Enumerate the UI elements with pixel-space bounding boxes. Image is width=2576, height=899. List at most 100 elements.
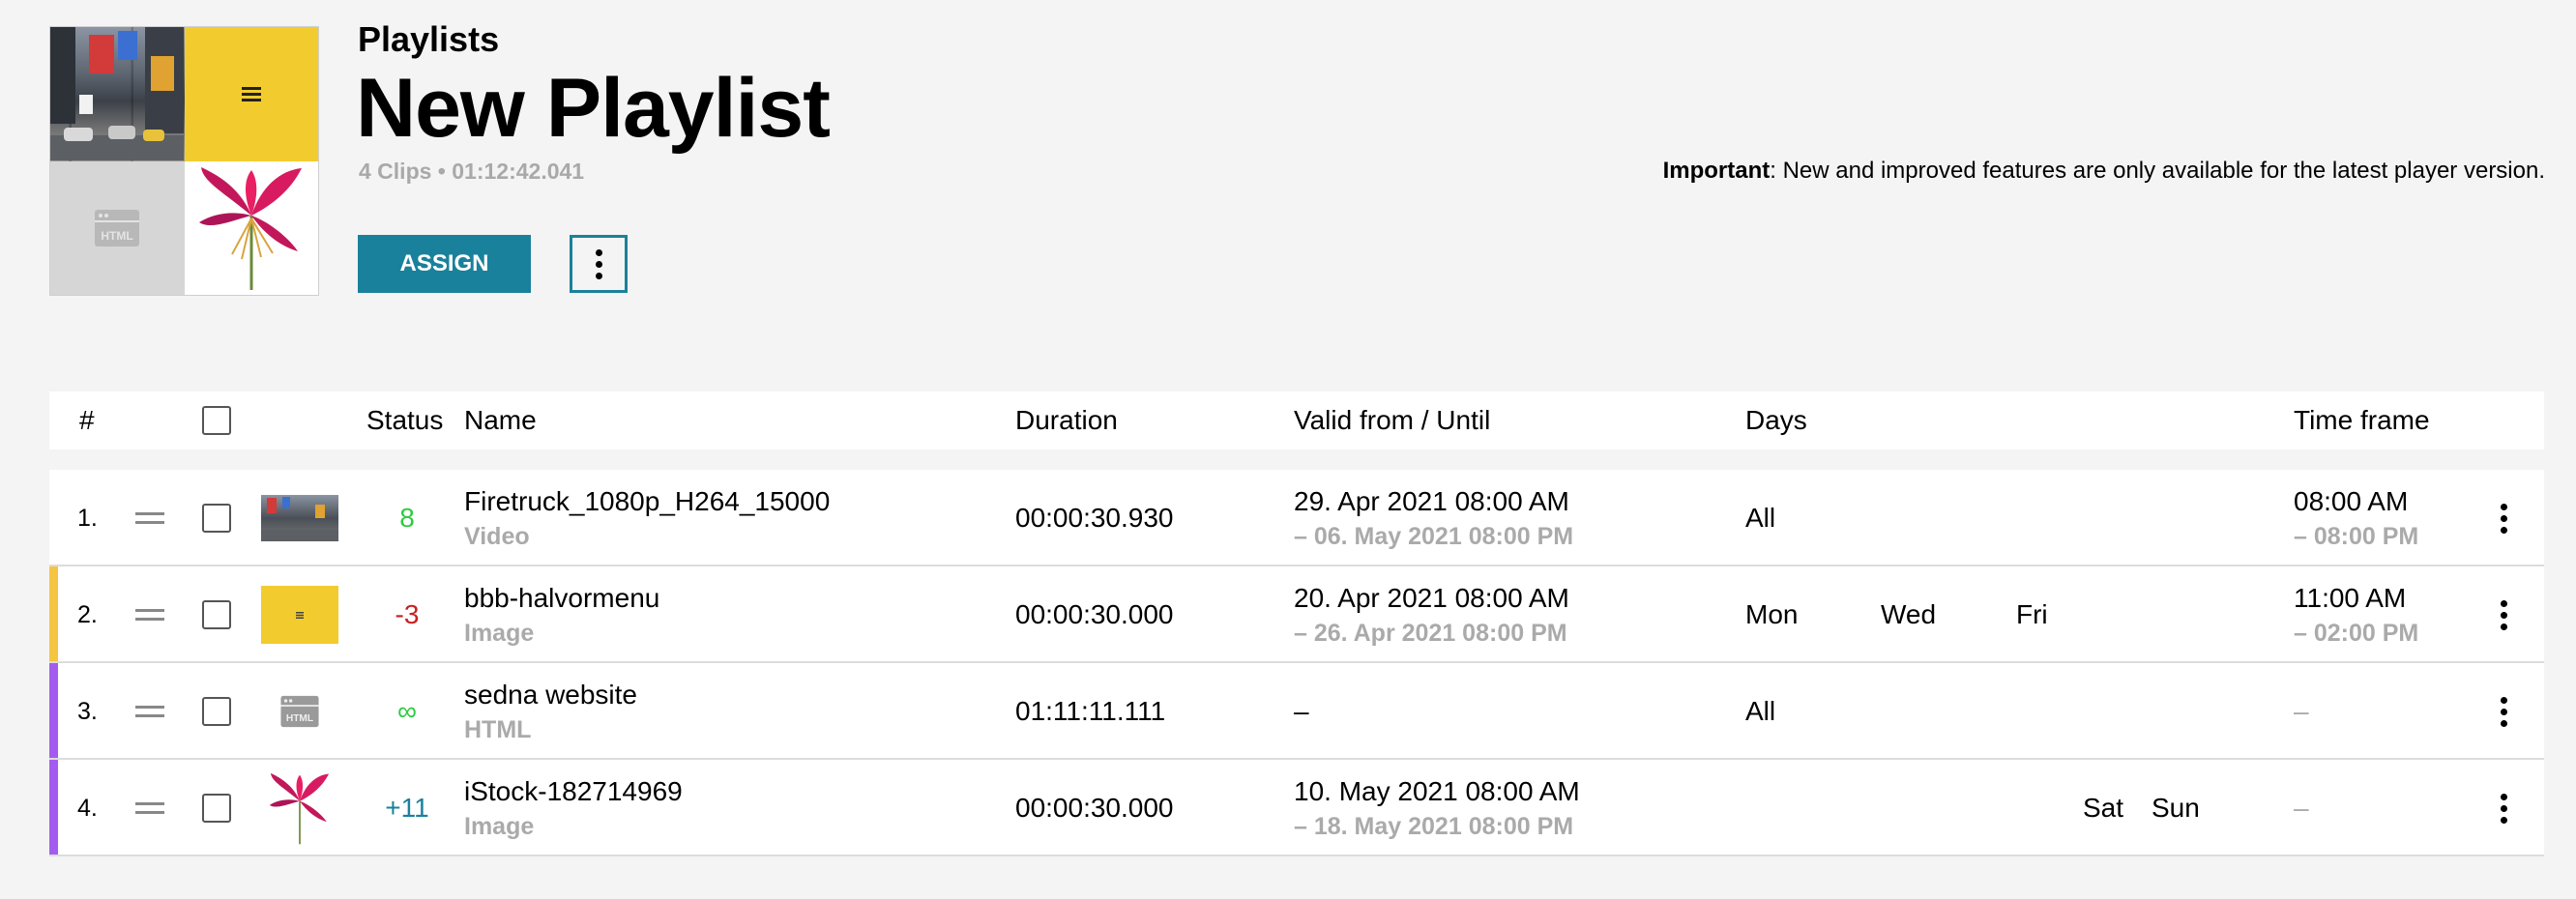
notice-label: Important bbox=[1662, 158, 1771, 184]
more-options-button[interactable] bbox=[570, 235, 628, 293]
notice-text: : New and improved features are only ava… bbox=[1770, 158, 2545, 184]
more-vertical-icon-dot bbox=[595, 272, 602, 279]
more-vertical-icon-dot bbox=[595, 260, 602, 268]
status-indicator: -3 bbox=[395, 599, 420, 629]
drag-handle[interactable] bbox=[135, 470, 164, 566]
row-menu-button[interactable] bbox=[2501, 663, 2507, 760]
time-from: – bbox=[2294, 793, 2309, 823]
row-index: 3. bbox=[77, 697, 98, 725]
city-street-thumbnail bbox=[50, 27, 185, 161]
day-label: Fri bbox=[2016, 599, 2048, 629]
time-until: – 02:00 PM bbox=[2294, 620, 2419, 647]
table-header: # Status Name Duration Valid from / Unti… bbox=[49, 392, 2544, 450]
drag-handle-icon bbox=[135, 512, 164, 524]
playlist-meta: 4 Clips • 01:12:42.041 bbox=[359, 159, 585, 184]
more-vertical-icon bbox=[2501, 696, 2507, 727]
clip-duration: 00:00:30.000 bbox=[1015, 599, 1174, 629]
row-accent-bar bbox=[49, 566, 58, 661]
version-notice: Important: New and improved features are… bbox=[1663, 158, 2545, 185]
image-thumbnail bbox=[261, 769, 338, 847]
html-browser-icon: HTML bbox=[95, 209, 140, 246]
clip-type: HTML bbox=[464, 716, 532, 743]
column-header-index: # bbox=[79, 405, 95, 435]
column-header-valid[interactable]: Valid from / Until bbox=[1294, 392, 1490, 450]
more-vertical-icon bbox=[595, 248, 602, 256]
menu-lines-icon bbox=[241, 87, 261, 102]
time-from: – bbox=[2294, 696, 2309, 726]
clip-name[interactable]: sedna website bbox=[464, 677, 637, 713]
clip-name[interactable]: iStock-182714969 bbox=[464, 773, 683, 810]
time-until: – 08:00 PM bbox=[2294, 523, 2419, 550]
more-vertical-icon bbox=[2501, 793, 2507, 824]
status-indicator: +11 bbox=[385, 793, 429, 823]
more-vertical-icon bbox=[2501, 503, 2507, 534]
row-accent-bar bbox=[49, 663, 58, 758]
valid-from: 10. May 2021 08:00 AM bbox=[1294, 776, 1580, 806]
clip-type: Image bbox=[464, 813, 535, 840]
clip-duration: 01:11:11.111 bbox=[1015, 696, 1166, 726]
table-row[interactable]: 4. +11 iStock-182714969 Image 00:00:30.000 10… bbox=[49, 760, 2544, 856]
clip-name[interactable]: Firetruck_1080p_H264_15000 bbox=[464, 483, 830, 520]
drag-handle[interactable] bbox=[135, 566, 164, 663]
row-checkbox[interactable] bbox=[202, 697, 231, 726]
valid-from: 20. Apr 2021 08:00 AM bbox=[1294, 583, 1569, 613]
html-thumbnail: HTML bbox=[50, 160, 185, 295]
column-header-status[interactable]: Status bbox=[366, 392, 443, 450]
day-label: Wed bbox=[1881, 599, 1937, 629]
select-all-checkbox[interactable] bbox=[202, 406, 231, 435]
column-header-timeframe[interactable]: Time frame bbox=[2294, 392, 2430, 450]
clip-type: Image bbox=[464, 620, 535, 647]
row-index: 2. bbox=[77, 600, 98, 628]
valid-until: – 26. Apr 2021 08:00 PM bbox=[1294, 620, 1567, 647]
column-header-name[interactable]: Name bbox=[464, 392, 537, 450]
day-label: Sun bbox=[2152, 793, 2200, 823]
select-all-cell bbox=[202, 392, 231, 450]
day-label: All bbox=[1745, 696, 1776, 726]
column-header-duration[interactable]: Duration bbox=[1015, 392, 1118, 450]
html-thumbnail: HTML bbox=[261, 688, 338, 735]
table-row[interactable]: 3. HTML ∞ sedna website HTML 01:11:11.111 – All… bbox=[49, 663, 2544, 760]
breadcrumb-playlists[interactable]: Playlists bbox=[358, 19, 499, 60]
clip-duration: 00:00:30.930 bbox=[1015, 503, 1174, 533]
table-row[interactable]: 1. 8 Firetruck_1080p_H264_15000 Video 00:00:… bbox=[49, 470, 2544, 566]
row-checkbox[interactable] bbox=[202, 504, 231, 533]
valid-from: 29. Apr 2021 08:00 AM bbox=[1294, 486, 1569, 516]
valid-until: – 18. May 2021 08:00 PM bbox=[1294, 813, 1574, 840]
day-label: Mon bbox=[1745, 599, 1799, 629]
drag-handle[interactable] bbox=[135, 760, 164, 856]
valid-from: – bbox=[1294, 696, 1309, 726]
drag-handle[interactable] bbox=[135, 663, 164, 760]
row-checkbox[interactable] bbox=[202, 600, 231, 629]
clip-name[interactable]: bbb-halvormenu bbox=[464, 580, 659, 617]
day-label: Sat bbox=[2083, 793, 2124, 823]
status-indicator: 8 bbox=[399, 503, 415, 533]
time-from: 08:00 AM bbox=[2294, 486, 2409, 516]
assign-button[interactable]: ASSIGN bbox=[358, 235, 531, 293]
table-row[interactable]: 2. -3 bbb-halvormenu Image 00:00:30.000 20. A… bbox=[49, 566, 2544, 663]
valid-until: – 06. May 2021 08:00 PM bbox=[1294, 523, 1574, 550]
row-menu-button[interactable] bbox=[2501, 760, 2507, 856]
clip-type: Video bbox=[464, 523, 530, 550]
more-vertical-icon bbox=[2501, 599, 2507, 630]
menu-image-thumbnail bbox=[184, 27, 318, 161]
row-index: 4. bbox=[77, 794, 98, 822]
drag-handle-icon bbox=[135, 609, 164, 621]
row-checkbox[interactable] bbox=[202, 794, 231, 823]
svg-text:HTML: HTML bbox=[102, 229, 133, 243]
html-browser-icon: HTML bbox=[280, 695, 319, 728]
row-accent-bar bbox=[49, 760, 58, 855]
row-menu-button[interactable] bbox=[2501, 566, 2507, 663]
row-index: 1. bbox=[77, 504, 98, 532]
playlist-thumbnail-mosaic: HTML bbox=[49, 26, 319, 296]
drag-handle-icon bbox=[135, 706, 164, 717]
column-header-days[interactable]: Days bbox=[1745, 392, 1807, 450]
clip-duration: 00:00:30.000 bbox=[1015, 793, 1174, 823]
time-from: 11:00 AM bbox=[2294, 583, 2407, 613]
image-thumbnail bbox=[261, 586, 338, 644]
svg-text:HTML: HTML bbox=[286, 713, 313, 724]
day-label: All bbox=[1745, 503, 1776, 533]
lily-flower-icon bbox=[198, 167, 302, 291]
flower-thumbnail bbox=[184, 160, 318, 295]
lily-flower-icon bbox=[269, 772, 330, 845]
row-menu-button[interactable] bbox=[2501, 470, 2507, 566]
